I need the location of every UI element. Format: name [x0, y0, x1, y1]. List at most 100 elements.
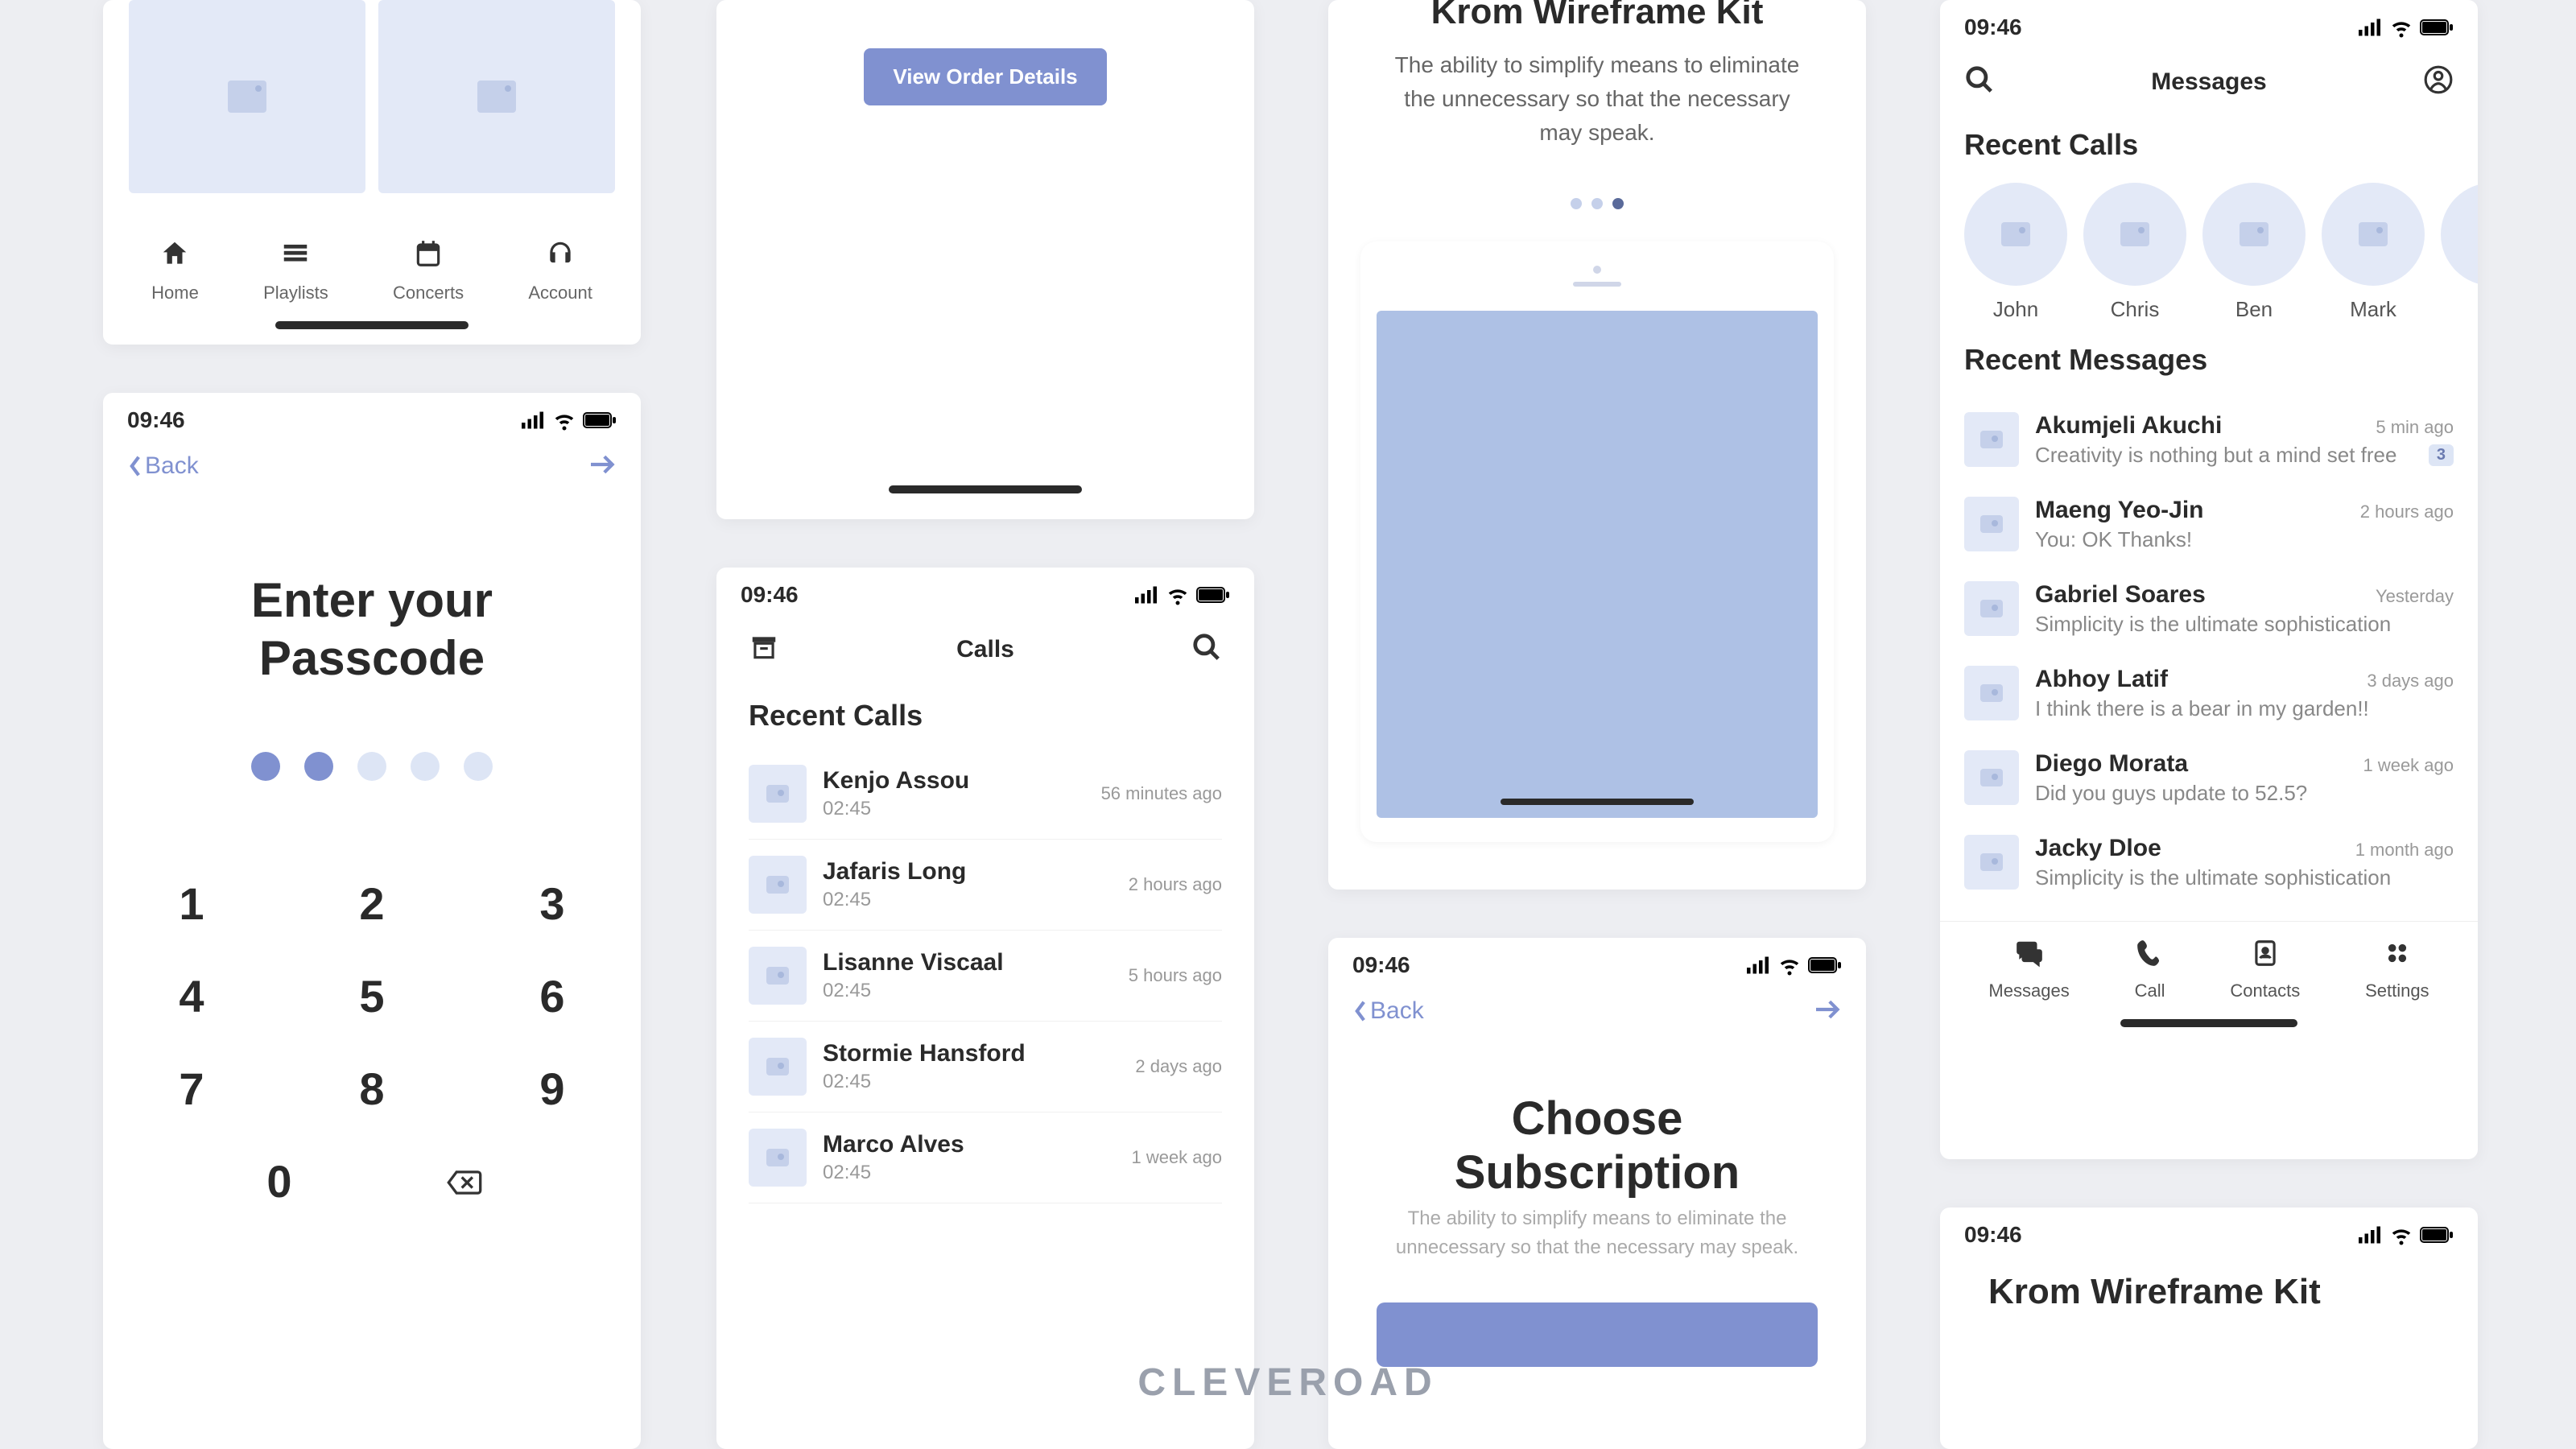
status-time: 09:46	[1964, 14, 2022, 40]
home-icon	[159, 238, 190, 276]
view-order-details-button[interactable]: View Order Details	[864, 48, 1106, 105]
subscription-option[interactable]	[1377, 1302, 1818, 1367]
key-8[interactable]: 8	[332, 1063, 412, 1115]
key-9[interactable]: 9	[512, 1063, 592, 1115]
home-indicator[interactable]	[275, 321, 469, 329]
message-time: 2 hours ago	[2360, 502, 2454, 522]
home-indicator[interactable]	[889, 485, 1082, 493]
wifi-icon	[552, 408, 576, 432]
key-3[interactable]: 3	[512, 877, 592, 930]
image-placeholder-icon	[1980, 431, 2003, 448]
album-thumb[interactable]	[378, 0, 615, 193]
tab-contacts[interactable]: Contacts	[2230, 938, 2300, 1001]
forward-button[interactable]	[1813, 994, 1842, 1028]
recent-avatar[interactable]: Mark	[2322, 183, 2425, 322]
message-time: 5 min ago	[2376, 417, 2454, 438]
call-time: 2 hours ago	[1129, 874, 1222, 895]
status-time: 09:46	[1964, 1222, 2022, 1248]
profile-icon[interactable]	[2423, 64, 2454, 99]
gear-icon	[2382, 938, 2413, 976]
call-row[interactable]: Marco Alves02:45 1 week ago	[749, 1113, 1222, 1203]
key-5[interactable]: 5	[332, 970, 412, 1022]
call-row[interactable]: Kenjo Assou02:45 56 minutes ago	[749, 749, 1222, 840]
call-row[interactable]: Stormie Hansford02:45 2 days ago	[749, 1022, 1222, 1113]
key-backspace[interactable]	[424, 1155, 505, 1208]
recent-avatar[interactable]	[2441, 183, 2478, 322]
key-2[interactable]: 2	[332, 877, 412, 930]
call-time: 2 days ago	[1135, 1056, 1222, 1077]
wireframe-title: Krom Wireframe Kit	[1940, 1256, 2478, 1312]
battery-icon	[583, 412, 617, 428]
status-bar: 09:46	[103, 393, 641, 441]
message-name: Akumjeli Akuchi	[2035, 412, 2222, 440]
call-name: Stormie Hansford	[823, 1040, 1119, 1067]
call-row[interactable]: Lisanne Viscaal02:45 5 hours ago	[749, 931, 1222, 1022]
image-placeholder-icon	[766, 1149, 789, 1166]
call-name: Jafaris Long	[823, 858, 1113, 886]
tab-playlists[interactable]: Playlists	[263, 238, 328, 303]
back-button[interactable]: Back	[127, 452, 199, 480]
key-7[interactable]: 7	[151, 1063, 232, 1115]
battery-icon	[1808, 957, 1842, 973]
avatar	[1964, 412, 2019, 467]
dot[interactable]	[1571, 198, 1582, 209]
message-row[interactable]: Gabriel SoaresYesterday Simplicity is th…	[1964, 567, 2454, 651]
tab-home[interactable]: Home	[151, 238, 199, 303]
image-placeholder-icon	[1980, 600, 2003, 617]
recent-avatar[interactable]: Ben	[2202, 183, 2306, 322]
image-placeholder-icon	[1980, 853, 2003, 871]
message-preview: Did you guys update to 52.5?	[2035, 781, 2307, 806]
message-row[interactable]: Akumjeli Akuchi5 min ago Creativity is n…	[1964, 398, 2454, 482]
status-bar: 09:46	[1328, 938, 1866, 986]
album-thumb[interactable]	[129, 0, 365, 193]
tab-messages[interactable]: Messages	[1988, 938, 2069, 1001]
forward-button[interactable]	[588, 449, 617, 483]
home-indicator[interactable]	[2120, 1019, 2297, 1027]
search-icon[interactable]	[1191, 632, 1222, 667]
recent-calls-row[interactable]: John Chris Ben Mark	[1940, 175, 2478, 330]
intro-body: The ability to simplify means to elimina…	[1328, 32, 1866, 166]
key-0[interactable]: 0	[239, 1155, 320, 1208]
message-row[interactable]: Diego Morata1 week ago Did you guys upda…	[1964, 736, 2454, 820]
dot-filled	[251, 752, 280, 781]
tab-settings[interactable]: Settings	[2365, 938, 2429, 1001]
call-row[interactable]: Jafaris Long02:45 2 hours ago	[749, 840, 1222, 931]
message-row[interactable]: Maeng Yeo-Jin2 hours ago You: OK Thanks!	[1964, 482, 2454, 567]
message-row[interactable]: Jacky Dloe1 month ago Simplicity is the …	[1964, 820, 2454, 905]
search-icon[interactable]	[1964, 64, 1995, 99]
dot-active[interactable]	[1612, 198, 1624, 209]
message-preview: Simplicity is the ultimate sophisticatio…	[2035, 612, 2391, 637]
call-time: 1 week ago	[1131, 1147, 1222, 1168]
tab-call[interactable]: Call	[2135, 938, 2165, 1001]
wireframe-intro-screen: Krom Wireframe Kit The ability to simpli…	[1328, 0, 1866, 890]
page-dots	[1328, 198, 1866, 209]
wifi-icon	[1777, 953, 1802, 977]
header-title: Messages	[2151, 68, 2266, 96]
message-name: Gabriel Soares	[2035, 581, 2206, 609]
passcode-title: Enter yourPasscode	[103, 572, 641, 687]
avatar	[749, 856, 807, 914]
arrow-right-icon	[588, 453, 617, 476]
message-preview: I think there is a bear in my garden!!	[2035, 696, 2369, 721]
subscription-body: The ability to simplify means to elimina…	[1328, 1199, 1866, 1286]
image-placeholder-icon	[1980, 684, 2003, 702]
call-duration: 02:45	[823, 980, 1113, 1002]
camera-icon	[1593, 266, 1601, 274]
wifi-icon	[1166, 583, 1190, 607]
message-preview: Simplicity is the ultimate sophisticatio…	[2035, 865, 2391, 890]
dot[interactable]	[1591, 198, 1603, 209]
signal-icon	[1135, 583, 1159, 607]
message-name: Abhoy Latif	[2035, 666, 2168, 693]
tab-account[interactable]: Account	[528, 238, 592, 303]
back-button[interactable]: Back	[1352, 997, 1424, 1025]
tab-concerts[interactable]: Concerts	[393, 238, 464, 303]
recent-avatar[interactable]: Chris	[2083, 183, 2186, 322]
key-4[interactable]: 4	[151, 970, 232, 1022]
archive-icon[interactable]	[749, 632, 779, 667]
message-time: 1 week ago	[2363, 755, 2454, 776]
message-row[interactable]: Abhoy Latif3 days ago I think there is a…	[1964, 651, 2454, 736]
key-6[interactable]: 6	[512, 970, 592, 1022]
message-preview: You: OK Thanks!	[2035, 527, 2192, 552]
recent-avatar[interactable]: John	[1964, 183, 2067, 322]
key-1[interactable]: 1	[151, 877, 232, 930]
